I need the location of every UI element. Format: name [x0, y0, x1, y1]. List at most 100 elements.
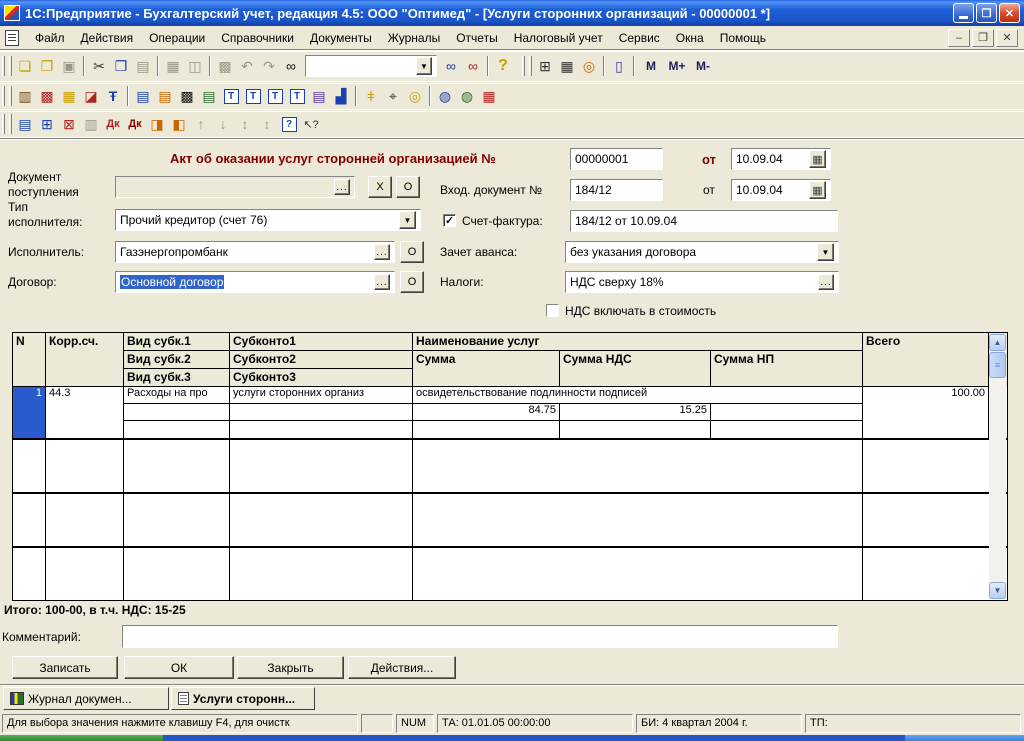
table-row[interactable]: 1 44.3 Расходы на про услуги сторонних о…	[13, 387, 1007, 440]
doc-number-field[interactable]: 00000001	[570, 148, 663, 170]
doc-postup-field[interactable]: ...	[115, 176, 355, 198]
col-header-korr[interactable]: Корр.сч.	[46, 333, 124, 387]
redo-icon[interactable]: ↷	[258, 55, 280, 77]
windows-taskbar[interactable]	[0, 735, 1024, 741]
ledger-icon[interactable]: ▥	[14, 85, 36, 107]
menu-references[interactable]: Справочники	[213, 28, 302, 48]
tip-combobox[interactable]: Прочий кредитор (счет 76) ▼	[115, 209, 421, 231]
toolbar-grip[interactable]	[2, 86, 5, 106]
open-icon[interactable]: ❒	[36, 55, 58, 77]
what-is-this-icon[interactable]: ↖?	[300, 113, 322, 135]
paste-icon[interactable]: ▤	[132, 55, 154, 77]
col-header-vid3[interactable]: Вид субк.3	[124, 369, 230, 387]
tab-current-document[interactable]: Услуги сторонн...	[171, 687, 315, 710]
menu-service[interactable]: Сервис	[611, 28, 668, 48]
calculator-icon[interactable]: ⊞	[534, 55, 556, 77]
toolbar-grip[interactable]	[529, 56, 532, 76]
properties-icon[interactable]: ▩	[214, 55, 236, 77]
menu-operations[interactable]: Операции	[141, 28, 213, 48]
calendar-picker-icon[interactable]: ▦	[809, 150, 826, 168]
zachet-dropdown-arrow[interactable]: ▼	[817, 243, 834, 261]
col-header-vid2[interactable]: Вид субк.2	[124, 351, 230, 369]
new-document-icon[interactable]: ❏	[14, 55, 36, 77]
table-empty-row[interactable]	[13, 440, 1007, 494]
value-in-icon[interactable]: ◨	[146, 113, 168, 135]
cube-icon[interactable]: ▩	[36, 85, 58, 107]
menu-windows[interactable]: Окна	[668, 28, 712, 48]
mdi-restore-button[interactable]: ❐	[972, 28, 994, 47]
move-down-icon[interactable]: ↓	[212, 113, 234, 135]
ispolnitel-field[interactable]: Газэнергопромбанк ...	[115, 241, 395, 263]
total-cell[interactable]: 100.00	[863, 387, 989, 438]
insert-row-icon[interactable]: ▤	[14, 113, 36, 135]
cut-icon[interactable]: ✂	[88, 55, 110, 77]
actions-button[interactable]: Действия...	[348, 656, 456, 679]
memory-minus-button[interactable]: M-	[690, 55, 716, 77]
minimize-button[interactable]	[953, 3, 974, 23]
col-header-total[interactable]: Всего	[863, 333, 989, 387]
tab-journal[interactable]: Журнал докумен...	[3, 687, 169, 710]
toolbar-grip[interactable]	[2, 56, 5, 76]
ispolnitel-ellipsis-button[interactable]: ...	[374, 244, 390, 260]
table-calc-icon[interactable]: ◎	[578, 55, 600, 77]
start-button-sliver[interactable]	[0, 735, 163, 741]
ispolnitel-open-button[interactable]: О	[400, 241, 424, 263]
list2-icon[interactable]: ▤	[198, 85, 220, 107]
col-header-sub2[interactable]: Субконто2	[230, 351, 413, 369]
copy-icon[interactable]: ❐	[110, 55, 132, 77]
copy-row-icon[interactable]: ▥	[80, 113, 102, 135]
menu-reports[interactable]: Отчеты	[448, 28, 505, 48]
col-header-vid1[interactable]: Вид субк.1	[124, 333, 230, 351]
incoming-date-field[interactable]: 10.09.04 ▦	[731, 179, 831, 201]
calendar-picker-icon[interactable]: ▦	[809, 181, 826, 199]
col-header-summa-np[interactable]: Сумма НП	[711, 351, 863, 387]
status-ta[interactable]: ТА: 01.01.05 00:00:00	[437, 714, 633, 733]
memory-plus-button[interactable]: M+	[664, 55, 690, 77]
dtkt-off-icon[interactable]: Дк	[102, 113, 124, 135]
dogovor-open-button[interactable]: О	[400, 271, 424, 293]
row-number-cell[interactable]: 1	[13, 387, 46, 438]
name-cell[interactable]: освидетельствование подлинности подписей	[413, 387, 863, 404]
cd-icon[interactable]: ◎	[404, 85, 426, 107]
t-doc3-icon[interactable]: Т	[264, 85, 286, 107]
toolbar-grip[interactable]	[2, 114, 5, 134]
zachet-combobox[interactable]: без указания договора ▼	[565, 241, 839, 263]
col-header-sub3[interactable]: Субконто3	[230, 369, 413, 387]
add-row-icon[interactable]: ⊞	[36, 113, 58, 135]
nds-include-checkbox[interactable]	[546, 304, 559, 317]
toolbar-grip[interactable]	[522, 56, 525, 76]
references-icon[interactable]: ▦	[58, 85, 80, 107]
vid2-cell[interactable]	[124, 404, 230, 421]
col-header-name[interactable]: Наименование услуг	[413, 333, 863, 351]
doc-postup-ellipsis-button[interactable]: ...	[334, 179, 350, 195]
mdi-minimize-button[interactable]: –	[948, 28, 970, 47]
print-preview-icon[interactable]: ◫	[184, 55, 206, 77]
summa-cell[interactable]: 84.75	[413, 404, 560, 421]
chart-icon[interactable]: ▟	[330, 85, 352, 107]
close-form-button[interactable]: Закрыть	[237, 656, 344, 679]
t-doc4-icon[interactable]: Т	[286, 85, 308, 107]
schet-faktura-field[interactable]: 184/12 от 10.09.04	[570, 210, 838, 232]
scroll-thumb[interactable]: ≡	[989, 352, 1006, 378]
toolbar-grip[interactable]	[9, 114, 12, 134]
menu-help[interactable]: Помощь	[712, 28, 774, 48]
nalogi-field[interactable]: НДС сверху 18% ...	[565, 271, 839, 293]
globe-bird-icon[interactable]: ◍	[434, 85, 456, 107]
delete-row-icon[interactable]: ⊠	[58, 113, 80, 135]
sub2-cell[interactable]	[230, 404, 413, 421]
vid1-cell[interactable]: Расходы на про	[124, 387, 230, 404]
vid3-cell[interactable]	[124, 421, 230, 438]
calendar-26-icon[interactable]: ▦	[478, 85, 500, 107]
value-out-icon[interactable]: ◧	[168, 113, 190, 135]
ok-button[interactable]: ОК	[124, 656, 234, 679]
chess-report-icon[interactable]: ▩	[176, 85, 198, 107]
restore-button[interactable]: ❐	[976, 3, 997, 23]
col-header-summa-nds[interactable]: Сумма НДС	[560, 351, 711, 387]
schet-faktura-checkbox[interactable]: ✓	[443, 214, 456, 227]
table-empty-row[interactable]	[13, 548, 1007, 600]
scroll-down-button[interactable]: ▼	[989, 582, 1006, 599]
camera-icon[interactable]: ⌖	[382, 85, 404, 107]
find-next-icon[interactable]: ∞	[440, 55, 462, 77]
tip-dropdown-arrow[interactable]: ▼	[399, 211, 416, 229]
save-icon[interactable]: ▣	[58, 55, 80, 77]
